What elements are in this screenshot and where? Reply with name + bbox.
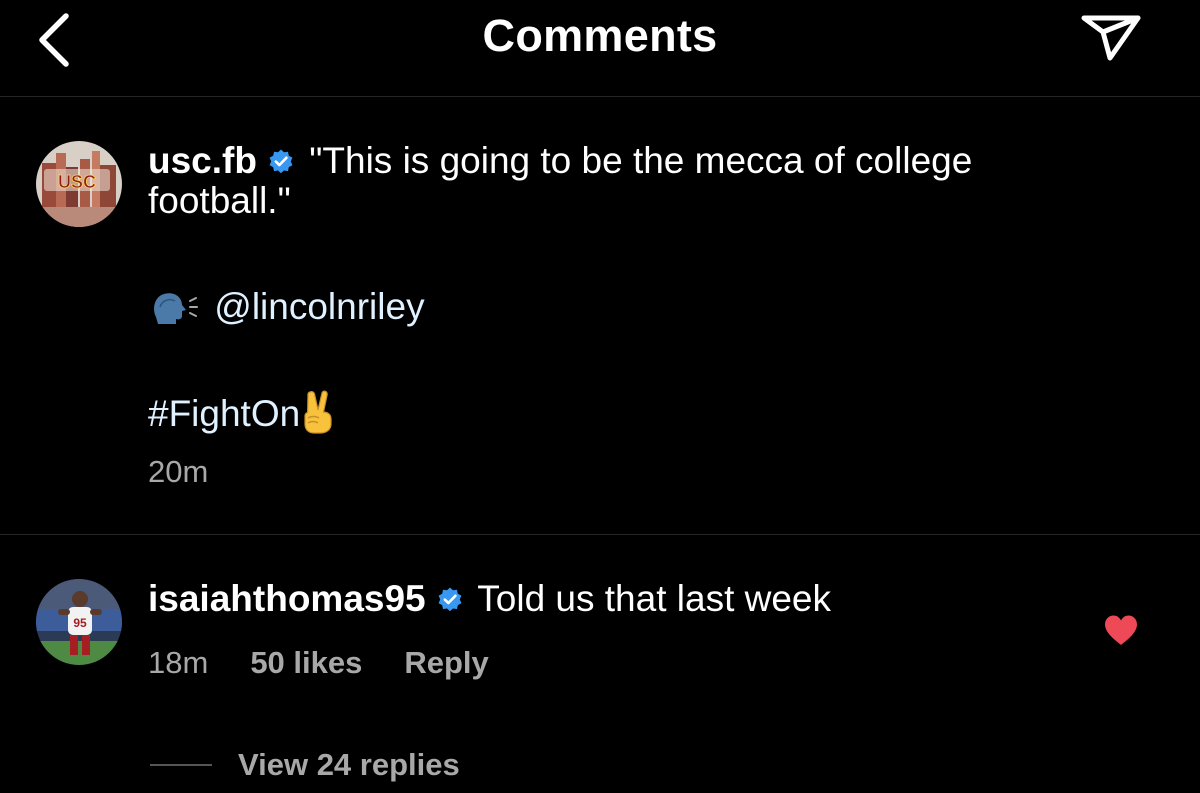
verified-badge-icon (269, 149, 293, 174)
page-title: Comments (482, 10, 718, 61)
verified-badge-icon (438, 587, 462, 612)
svg-text:USC: USC (58, 172, 96, 192)
victory-hand-emoji (304, 390, 332, 434)
comment-timestamp: 18m (148, 645, 209, 680)
comment-body: isaiahthomas95 Told us that last week (148, 579, 831, 619)
paper-plane-icon (1081, 15, 1141, 61)
hashtag-line: #FightOn (148, 388, 340, 434)
reply-button[interactable]: Reply (404, 645, 488, 681)
comment-text: Told us that last week (477, 578, 832, 619)
view-replies-label: View 24 replies (238, 747, 460, 782)
hashtag-link[interactable]: #FightOn (148, 393, 300, 434)
player-photo-avatar-image: 95 (36, 579, 122, 665)
heart-filled-icon (1105, 615, 1137, 645)
comment-meta: 18m 50 likes Reply (148, 645, 531, 681)
likes-count-link[interactable]: 50 likes (250, 645, 362, 681)
mention-line: @lincolnriley (148, 287, 425, 327)
comment-username[interactable]: isaiahthomas95 (148, 578, 426, 619)
like-button[interactable] (1102, 613, 1140, 647)
mention-link[interactable]: @lincolnriley (214, 286, 424, 327)
post-username[interactable]: usc.fb (148, 140, 257, 181)
svg-text:95: 95 (73, 616, 87, 630)
share-button[interactable] (1078, 6, 1144, 66)
speaking-head-emoji (154, 293, 198, 324)
avatar[interactable]: 95 (36, 579, 122, 665)
avatar[interactable]: USC (36, 141, 122, 227)
usc-logo-avatar-image: USC (36, 141, 122, 227)
post-timestamp: 20m (148, 454, 209, 489)
comment-item: 95 isaiahthomas95 Told us that last week… (0, 535, 1200, 793)
header-bar: Comments (0, 0, 1200, 97)
replies-divider-line (150, 764, 212, 766)
view-replies-button[interactable]: View 24 replies (150, 747, 460, 783)
post-caption: usc.fb "This is going to be the mecca of… (148, 141, 1108, 221)
post-caption-block: USC usc.fb "This is going to be the mecc… (0, 97, 1200, 535)
